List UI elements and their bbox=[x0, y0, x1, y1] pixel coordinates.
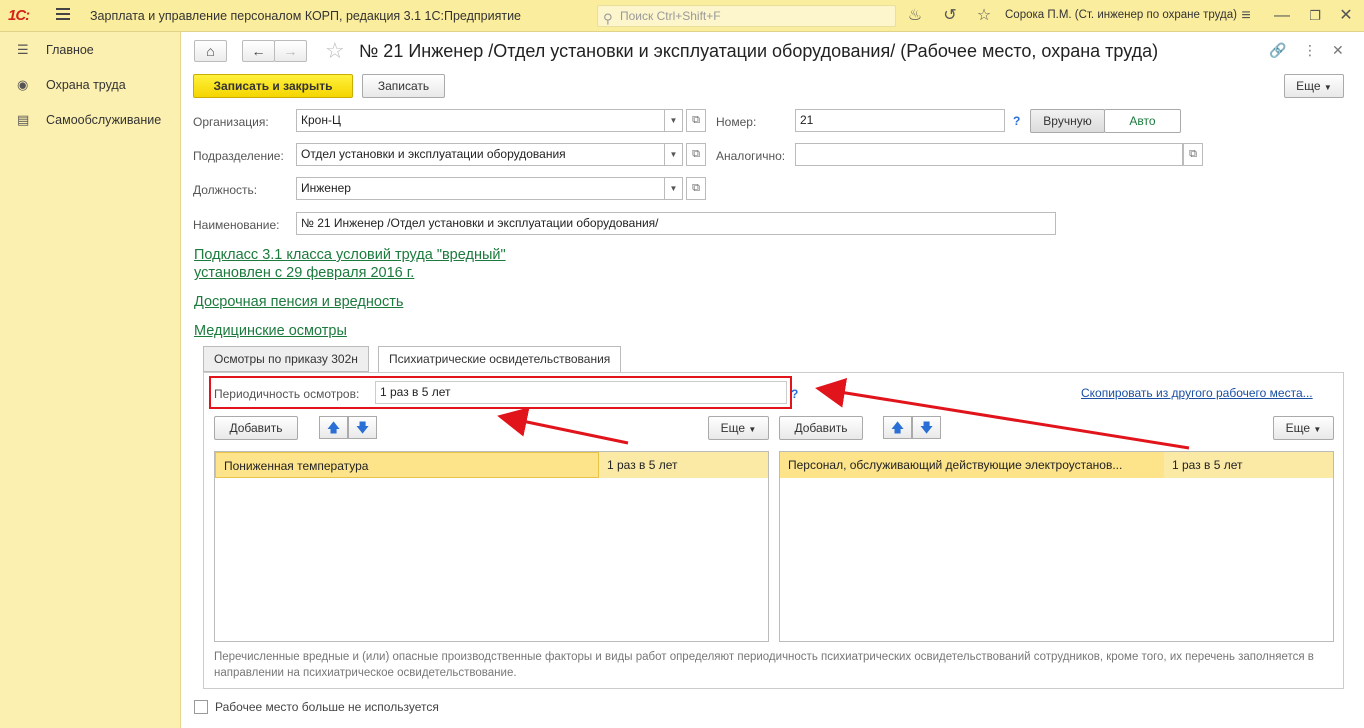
close-window-icon[interactable]: ✕ bbox=[1336, 6, 1356, 26]
annotation-highlight-box bbox=[209, 376, 792, 409]
work-period-cell[interactable]: 1 раз в 5 лет bbox=[1164, 452, 1333, 478]
add-factor-button[interactable]: Добавить bbox=[214, 416, 298, 440]
similar-field[interactable] bbox=[795, 143, 1183, 166]
more-label: Еще bbox=[720, 421, 746, 435]
number-label: Номер: bbox=[716, 115, 757, 129]
division-open-button[interactable]: ⧉ bbox=[686, 143, 706, 166]
close-form-icon[interactable]: ✕ bbox=[1332, 42, 1344, 59]
org-open-button[interactable]: ⧉ bbox=[686, 109, 706, 132]
more-label: Еще bbox=[1285, 421, 1311, 435]
factor-period-cell[interactable]: 1 раз в 5 лет bbox=[599, 452, 768, 478]
caret-down-icon: ▼ bbox=[1313, 425, 1322, 434]
sidebar-item-self-service[interactable]: ▤ Самообслуживание bbox=[0, 108, 180, 132]
position-label: Должность: bbox=[193, 183, 258, 197]
tab-302n-exams[interactable]: Осмотры по приказу 302н bbox=[203, 346, 369, 372]
name-label: Наименование: bbox=[193, 218, 280, 232]
settings-menu-icon[interactable]: ≡ bbox=[1236, 6, 1256, 26]
unused-checkbox[interactable] bbox=[194, 700, 208, 714]
save-and-close-button[interactable]: Записать и закрыть bbox=[193, 74, 353, 98]
save-button[interactable]: Записать bbox=[362, 74, 445, 98]
sidebar-item-label: Охрана труда bbox=[46, 78, 126, 92]
caret-down-icon: ▼ bbox=[748, 425, 757, 434]
favorites-star-icon[interactable]: ☆ bbox=[974, 6, 994, 26]
move-down-button[interactable]: 🡇 bbox=[348, 416, 377, 439]
division-field[interactable]: Отдел установки и эксплуатации оборудова… bbox=[296, 143, 665, 166]
org-label: Организация: bbox=[193, 115, 269, 129]
current-user[interactable]: Сорока П.М. (Ст. инженер по охране труда… bbox=[1005, 9, 1237, 21]
more-button[interactable]: Еще ▼ bbox=[1284, 74, 1344, 98]
restore-icon[interactable]: ❐ bbox=[1305, 6, 1325, 26]
harmful-factors-list[interactable]: Пониженная температура 1 раз в 5 лет bbox=[214, 451, 769, 642]
table-row[interactable]: Пониженная температура 1 раз в 5 лет bbox=[215, 452, 768, 478]
subclass-link-line1[interactable]: Подкласс 3.1 класса условий труда "вредн… bbox=[194, 247, 506, 263]
division-dropdown-button[interactable]: ▼ bbox=[665, 143, 683, 166]
page-title: № 21 Инженер /Отдел установки и эксплуат… bbox=[359, 41, 1159, 61]
sidebar-item-labor-safety[interactable]: ◉ Охрана труда bbox=[0, 73, 180, 97]
tab-psychiatric[interactable]: Психиатрические освидетельствования bbox=[378, 346, 622, 373]
name-field[interactable]: № 21 Инженер /Отдел установки и эксплуат… bbox=[296, 212, 1056, 235]
position-field[interactable]: Инженер bbox=[296, 177, 665, 200]
right-more-button[interactable]: Еще ▼ bbox=[1273, 416, 1334, 440]
left-more-button[interactable]: Еще ▼ bbox=[708, 416, 769, 440]
minimize-icon[interactable]: — bbox=[1272, 6, 1292, 26]
add-work-type-button[interactable]: Добавить bbox=[779, 416, 863, 440]
title-bar: 1С: Зарплата и управление персоналом КОР… bbox=[0, 0, 1364, 32]
move-up-button[interactable]: 🡅 bbox=[319, 416, 348, 439]
more-label: Еще bbox=[1296, 79, 1321, 93]
forward-button[interactable]: → bbox=[274, 40, 307, 62]
copy-from-workplace-link[interactable]: Скопировать из другого рабочего места... bbox=[1081, 386, 1313, 400]
helmet-icon: ◉ bbox=[17, 77, 29, 92]
position-dropdown-button[interactable]: ▼ bbox=[665, 177, 683, 200]
pension-link[interactable]: Досрочная пенсия и вредность bbox=[194, 294, 403, 310]
org-dropdown-button[interactable]: ▼ bbox=[665, 109, 683, 132]
periodicity-help-icon[interactable]: ? bbox=[791, 387, 798, 401]
position-open-button[interactable]: ⧉ bbox=[686, 177, 706, 200]
back-button[interactable]: ← bbox=[242, 40, 275, 62]
work-name-cell[interactable]: Персонал, обслуживающий действующие элек… bbox=[780, 452, 1164, 478]
subclass-link-line2[interactable]: установлен с 29 февраля 2016 г. bbox=[194, 265, 414, 281]
app-logo: 1С: bbox=[8, 7, 30, 24]
bell-icon[interactable]: ♨ bbox=[905, 6, 925, 26]
app-title: Зарплата и управление персоналом КОРП, р… bbox=[90, 9, 522, 23]
mode-manual-button[interactable]: Вручную bbox=[1030, 109, 1105, 133]
similar-label: Аналогично: bbox=[716, 149, 786, 163]
menu-lines-icon: ☰ bbox=[17, 42, 29, 57]
medical-exams-link[interactable]: Медицинские осмотры bbox=[194, 323, 347, 339]
factor-name-cell[interactable]: Пониженная температура bbox=[215, 452, 599, 478]
history-icon[interactable]: ↺ bbox=[940, 6, 960, 26]
table-row[interactable]: Персонал, обслуживающий действующие элек… bbox=[780, 452, 1333, 478]
sidebar-item-main[interactable]: ☰ Главное bbox=[0, 38, 180, 62]
document-form: ⌂ ← → ☆ № 21 Инженер /Отдел установки и … bbox=[181, 32, 1364, 728]
caret-down-icon: ▼ bbox=[1323, 83, 1332, 92]
sidebar-item-label: Главное bbox=[46, 43, 94, 57]
card-icon: ▤ bbox=[17, 112, 30, 127]
unused-checkbox-label[interactable]: Рабочее место больше не используется bbox=[215, 700, 439, 714]
number-help-icon[interactable]: ? bbox=[1013, 114, 1020, 128]
search-icon: ⚲ bbox=[603, 11, 613, 26]
sidebar-item-label: Самообслуживание bbox=[46, 113, 162, 127]
hamburger-menu-icon[interactable] bbox=[56, 8, 70, 22]
help-hint-text: Перечисленные вредные и (или) опасные пр… bbox=[214, 651, 1314, 679]
sidebar: ☰ Главное ◉ Охрана труда ▤ Самообслужива… bbox=[0, 32, 181, 728]
work-types-list[interactable]: Персонал, обслуживающий действующие элек… bbox=[779, 451, 1334, 642]
link-icon[interactable]: 🔗 bbox=[1269, 42, 1286, 59]
search-placeholder: Поиск Ctrl+Shift+F bbox=[620, 9, 721, 23]
move-down-button-right[interactable]: 🡇 bbox=[912, 416, 941, 439]
move-up-button-right[interactable]: 🡅 bbox=[883, 416, 912, 439]
org-field[interactable]: Крон-Ц bbox=[296, 109, 665, 132]
mode-auto-button[interactable]: Авто bbox=[1104, 109, 1181, 133]
favorite-star-icon[interactable]: ☆ bbox=[325, 38, 345, 64]
more-actions-icon[interactable]: ⋮ bbox=[1303, 42, 1317, 59]
number-field[interactable]: 21 bbox=[795, 109, 1005, 132]
similar-open-button[interactable]: ⧉ bbox=[1183, 143, 1203, 166]
home-button[interactable]: ⌂ bbox=[194, 40, 227, 62]
global-search-input[interactable]: ⚲ Поиск Ctrl+Shift+F bbox=[597, 5, 896, 27]
division-label: Подразделение: bbox=[193, 149, 284, 163]
